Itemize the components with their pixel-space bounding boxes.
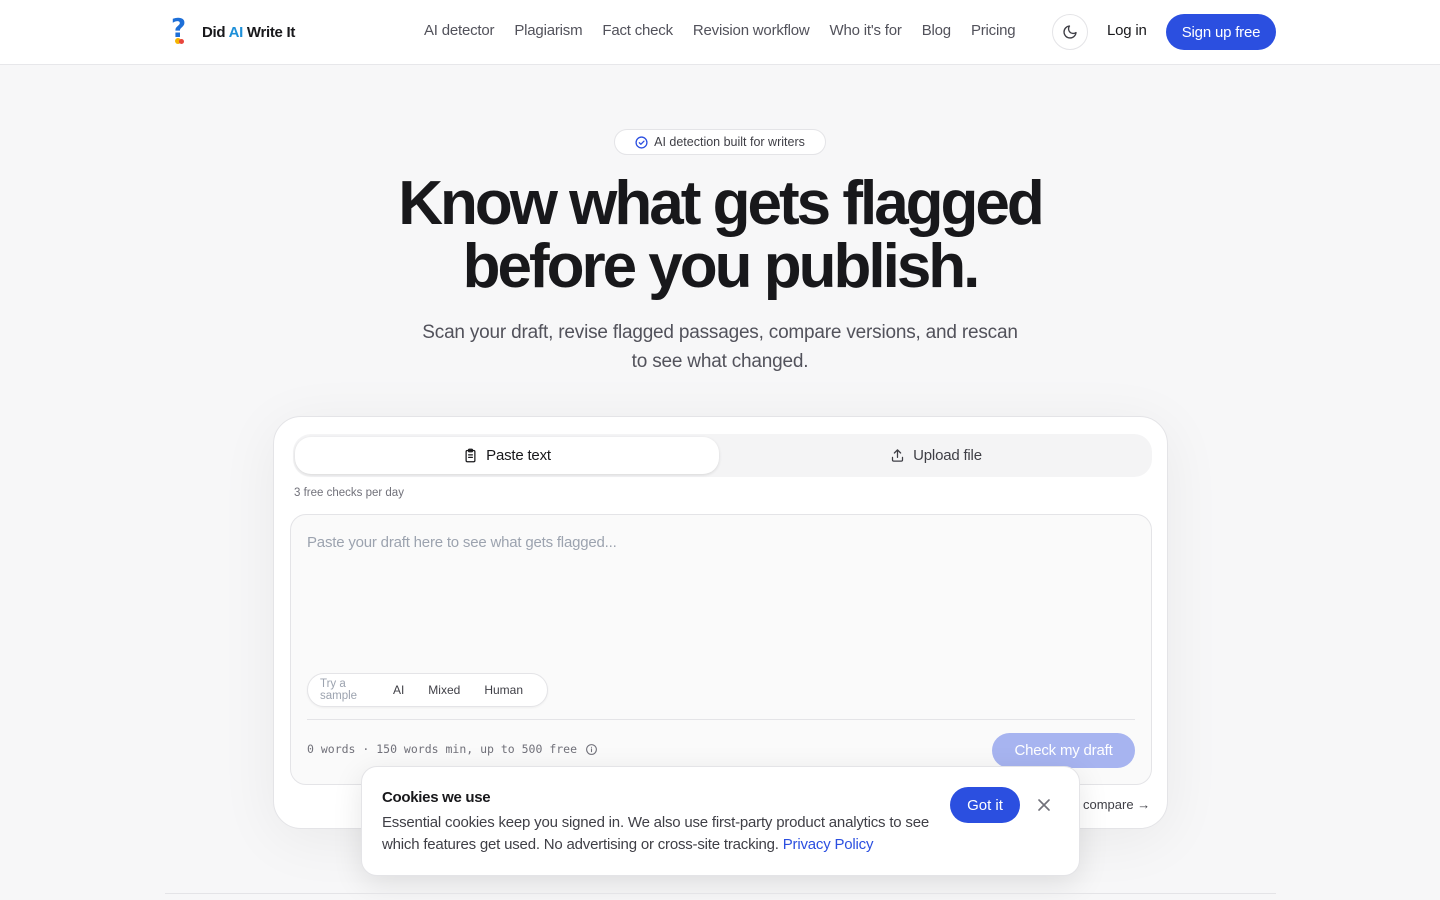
hero-badge-label: AI detection built for writers <box>654 135 805 149</box>
free-checks-note: 3 free checks per day <box>294 487 404 499</box>
theme-toggle-button[interactable] <box>1052 14 1088 50</box>
privacy-policy-link[interactable]: Privacy Policy <box>783 836 874 853</box>
nav-who-its-for[interactable]: Who it's for <box>830 22 902 39</box>
compare-link[interactable]: compare → <box>1083 797 1150 812</box>
nav-blog[interactable]: Blog <box>922 22 951 39</box>
info-icon[interactable] <box>585 743 598 756</box>
cookie-accept-button[interactable]: Got it <box>950 787 1020 823</box>
site-header: ? Did AI Write It AI detector Plagiarism… <box>0 0 1440 65</box>
cookie-title: Cookies we use <box>382 789 491 806</box>
word-count: 0 words · 150 words min, up to 500 free <box>307 742 598 756</box>
draft-placeholder: Paste your draft here to see what gets f… <box>307 534 617 551</box>
signup-button[interactable]: Sign up free <box>1166 14 1276 50</box>
hero-badge: AI detection built for writers <box>614 129 826 155</box>
sample-mixed-button[interactable]: Mixed <box>428 683 460 697</box>
draft-text-area[interactable]: Paste your draft here to see what gets f… <box>290 514 1152 785</box>
cookie-body: Essential cookies keep you signed in. We… <box>382 814 929 853</box>
sample-human-button[interactable]: Human <box>484 683 523 697</box>
close-icon <box>1038 799 1050 811</box>
upload-icon <box>892 449 904 462</box>
editor-divider <box>307 719 1135 720</box>
nav-fact-check[interactable]: Fact check <box>602 22 673 39</box>
logo-question-icon: ? <box>171 14 187 44</box>
main-nav: AI detector Plagiarism Fact check Revisi… <box>424 22 1016 39</box>
clipboard-icon <box>465 448 476 463</box>
sample-ai-button[interactable]: AI <box>393 683 404 697</box>
sample-picker: Try a sample AI Mixed Human <box>307 673 548 707</box>
nav-pricing[interactable]: Pricing <box>971 22 1016 39</box>
tab-paste-text[interactable]: Paste text <box>295 437 719 474</box>
hero-title: Know what gets flagged before you publish… <box>398 169 1045 301</box>
hero-subtitle: Scan your draft, revise flagged passages… <box>422 322 1018 372</box>
input-mode-tabs: Paste text Upload file <box>293 434 1152 477</box>
nav-revision-workflow[interactable]: Revision workflow <box>693 22 810 39</box>
nav-ai-detector[interactable]: AI detector <box>424 22 495 39</box>
sample-picker-label: Try a sample <box>320 678 358 702</box>
check-circle-icon <box>635 135 648 149</box>
logo[interactable]: ? Did AI Write It <box>170 14 296 46</box>
cookie-close-button[interactable] <box>1034 795 1054 815</box>
tab-upload-file[interactable]: Upload file <box>723 437 1149 474</box>
moon-icon <box>1063 25 1077 39</box>
section-divider <box>165 893 1276 894</box>
nav-plagiarism[interactable]: Plagiarism <box>514 22 582 39</box>
check-draft-button[interactable]: Check my draft <box>992 733 1135 768</box>
logo-text: Did AI Write It <box>202 23 296 41</box>
login-link[interactable]: Log in <box>1107 22 1147 39</box>
cookie-banner: Cookies we use Essential cookies keep yo… <box>361 766 1080 876</box>
